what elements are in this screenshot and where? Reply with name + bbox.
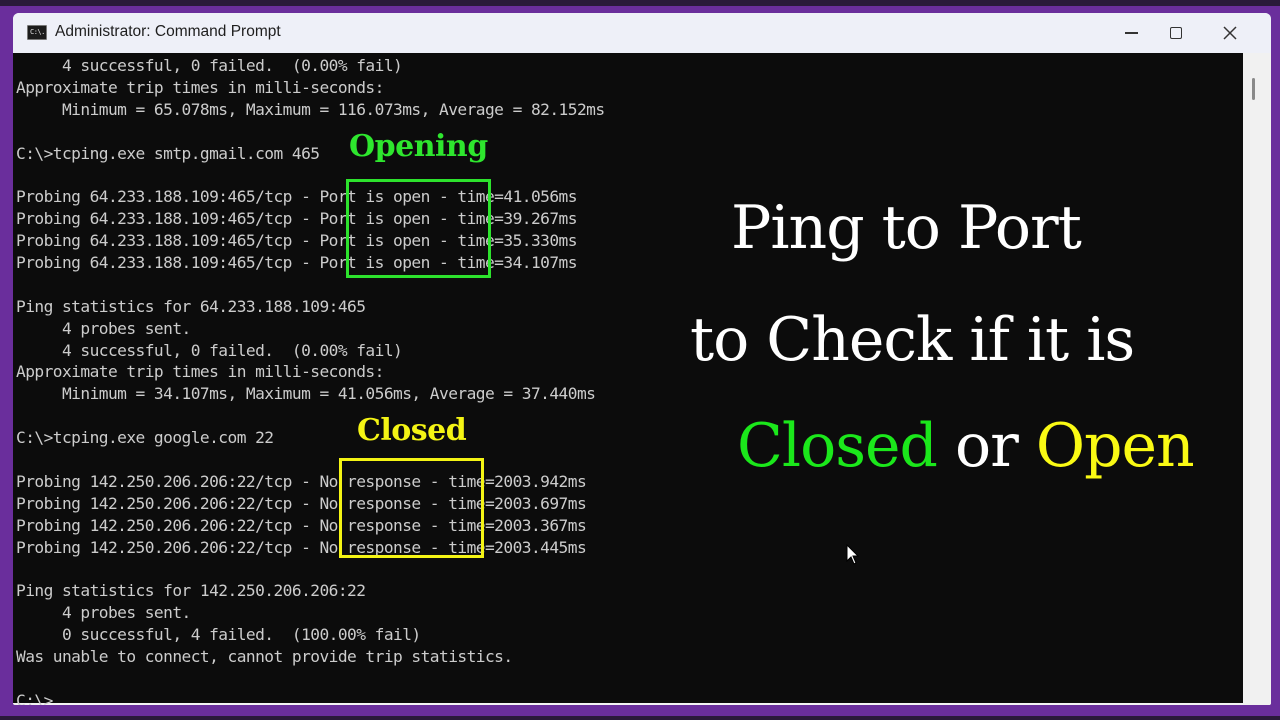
terminal-line: Minimum = 65.078ms, Maximum = 116.073ms,… [16, 99, 605, 119]
opening-annotation: Opening [349, 129, 488, 164]
headline-word-closed: Closed [737, 411, 938, 481]
terminal-line: Minimum = 34.107ms, Maximum = 41.056ms, … [16, 384, 596, 404]
vertical-scrollbar[interactable] [1243, 53, 1271, 705]
terminal-line: 0 successful, 4 failed. (100.00% fail) [16, 625, 421, 645]
window-title: Administrator: Command Prompt [55, 23, 281, 40]
terminal-line: C:\>tcping.exe google.com 22 [16, 428, 274, 448]
terminal-line: Approximate trip times in milli-seconds: [16, 77, 384, 97]
minimize-icon [1124, 32, 1138, 34]
terminal-line: 4 successful, 0 failed. (0.00% fail) [16, 56, 403, 75]
maximize-button[interactable] [1153, 13, 1199, 53]
headline-line-2: to Check if it is [690, 305, 1135, 375]
command-prompt-window: C:\. Administrator: Command Prompt 4 suc… [13, 13, 1271, 705]
maximize-icon [1170, 27, 1182, 39]
terminal-line: Probing 64.233.188.109:465/tcp - Port is… [16, 187, 578, 207]
terminal-output[interactable]: 4 successful, 0 failed. (0.00% fail) Appr… [13, 53, 1243, 705]
terminal-line: 4 successful, 0 failed. (0.00% fail) [16, 340, 403, 360]
terminal-line: Was unable to connect, cannot provide tr… [16, 647, 513, 667]
headline-word-open: Open [1035, 411, 1195, 481]
terminal-line: Ping statistics for 142.250.206.206:22 [16, 581, 366, 601]
terminal-line: 4 probes sent. [16, 318, 191, 338]
terminal-line: Probing 64.233.188.109:465/tcp - Port is… [16, 209, 578, 229]
frame-bottom-edge [0, 716, 1280, 720]
port-closed-highlight-box [339, 458, 484, 558]
title-bar[interactable]: C:\. Administrator: Command Prompt [13, 13, 1271, 53]
mouse-pointer-icon [846, 544, 860, 565]
terminal-line: Approximate trip times in milli-seconds: [16, 362, 384, 382]
terminal-line: Probing 142.250.206.206:22/tcp - No resp… [16, 471, 587, 491]
terminal-line: C:\> [16, 690, 605, 705]
terminal-line: Probing 142.250.206.206:22/tcp - No resp… [16, 515, 587, 535]
closed-annotation: Closed [357, 413, 467, 448]
headline-line-3: Closed or Open [737, 411, 1195, 481]
headline-line-1: Ping to Port [731, 193, 1082, 263]
scrollbar-thumb[interactable] [1252, 78, 1255, 100]
headline-word-or: or [936, 411, 1036, 481]
port-open-highlight-box [346, 179, 491, 278]
terminal-line: Probing 142.250.206.206:22/tcp - No resp… [16, 493, 587, 513]
terminal-line: Ping statistics for 64.233.188.109:465 [16, 296, 366, 316]
cmd-app-icon-text: C:\. [30, 28, 45, 36]
minimize-button[interactable] [1108, 13, 1154, 53]
close-icon [1223, 26, 1237, 40]
close-button[interactable] [1207, 13, 1253, 53]
terminal-line: C:\>tcping.exe smtp.gmail.com 465 [16, 143, 320, 163]
terminal-line: Probing 64.233.188.109:465/tcp - Port is… [16, 231, 578, 251]
terminal-line: Probing 64.233.188.109:465/tcp - Port is… [16, 253, 578, 273]
cmd-app-icon[interactable]: C:\. [27, 25, 47, 40]
terminal-line: Probing 142.250.206.206:22/tcp - No resp… [16, 537, 587, 557]
terminal-lines: 4 successful, 0 failed. (0.00% fail) Appr… [16, 55, 605, 705]
frame-top-edge [0, 0, 1280, 6]
terminal-line: 4 probes sent. [16, 603, 191, 623]
